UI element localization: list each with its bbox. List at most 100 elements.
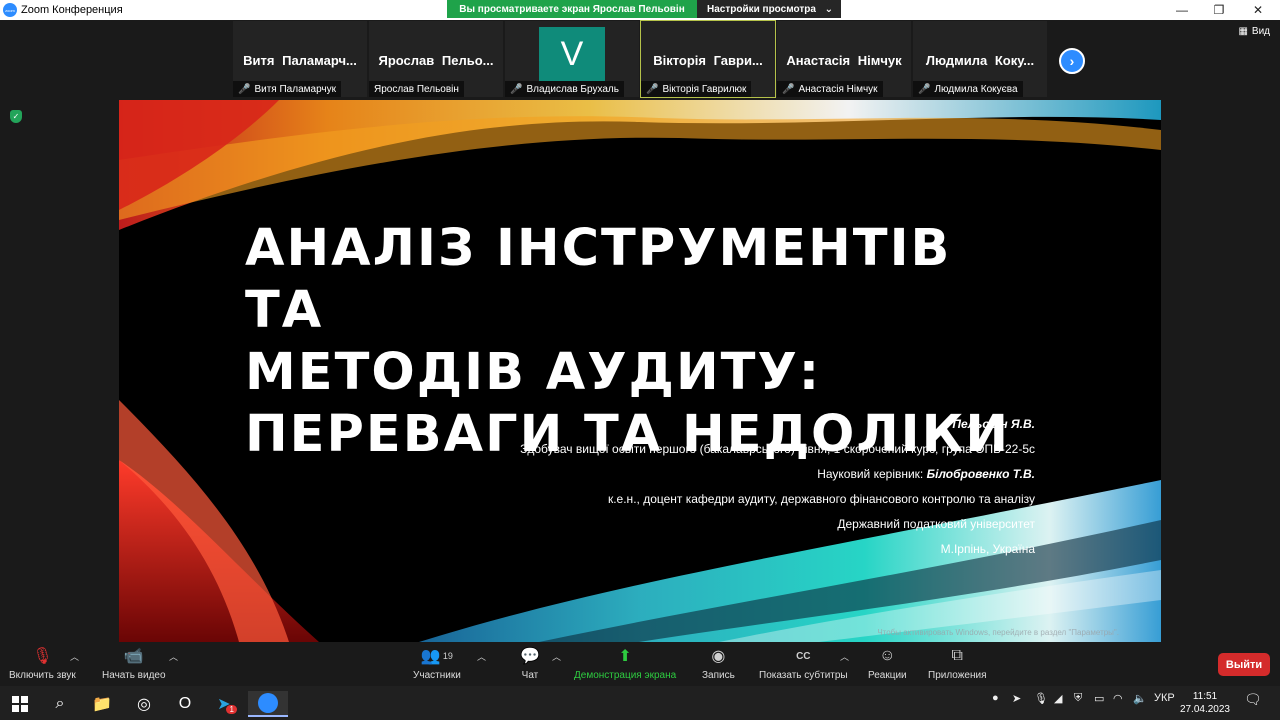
shield-tray-icon[interactable]: ⛨ bbox=[1074, 692, 1082, 705]
language-indicator[interactable]: УКР bbox=[1154, 692, 1175, 704]
participant-label: 🎤 Анастасія Німчук bbox=[777, 81, 883, 97]
chat-caret-icon[interactable]: ︿ bbox=[552, 650, 561, 663]
reactions-label: Реакции bbox=[868, 670, 907, 681]
view-settings-button[interactable]: Настройки просмотра ⌄ bbox=[697, 0, 841, 18]
participant-tile[interactable]: Витя Паламарч... 🎤 Витя Паламарчук bbox=[232, 20, 368, 98]
slide-line-4: Державний податковий університет bbox=[837, 517, 1035, 531]
share-banner: Вы просматриваете экран Ярослав Пельовін… bbox=[447, 0, 841, 18]
participants-label: Участники bbox=[413, 670, 461, 681]
participant-tile-active-speaker[interactable]: Вікторія Гаври... 🎤 Вікторія Гаврилюк bbox=[640, 20, 776, 98]
zoom-app-icon bbox=[258, 693, 278, 713]
captions-label: Показать субтитры bbox=[759, 670, 848, 681]
viewing-label: Вы просматриваете экран Ярослав Пельовін bbox=[447, 0, 697, 18]
participant-avatar: V bbox=[539, 27, 605, 81]
participant-label-text: Витя Паламарчук bbox=[254, 83, 336, 95]
participant-label-text: Ярослав Пельовін bbox=[374, 83, 459, 95]
leave-meeting-button[interactable]: Выйти bbox=[1218, 653, 1270, 676]
view-button[interactable]: ▦ Вид bbox=[1238, 26, 1270, 37]
mic-muted-icon: 🎤 bbox=[918, 83, 931, 95]
participant-tile[interactable]: Анастасія Німчук 🎤 Анастасія Німчук bbox=[776, 20, 912, 98]
captions-caret-icon[interactable]: ︿ bbox=[840, 650, 849, 663]
record-label: Запись bbox=[702, 670, 735, 681]
participant-tile[interactable]: V 🎤 Владислав Брухаль bbox=[504, 20, 640, 98]
chat-button[interactable]: 💬 Чат bbox=[520, 646, 540, 681]
view-settings-label: Настройки просмотра bbox=[707, 3, 816, 15]
start-video-label: Начать видео bbox=[102, 670, 166, 681]
zoom-tray-icon[interactable]: ● bbox=[992, 692, 999, 704]
close-button[interactable]: ✕ bbox=[1240, 0, 1276, 20]
participant-label-text: Вікторія Гаврилюк bbox=[662, 83, 747, 95]
audio-options-caret-icon[interactable]: ︿ bbox=[70, 650, 79, 663]
captions-button[interactable]: CC Показать субтитры bbox=[759, 646, 848, 682]
mic-muted-icon: 🎤 bbox=[510, 83, 523, 95]
view-label: Вид bbox=[1251, 26, 1270, 37]
zoom-taskbar-icon[interactable] bbox=[248, 691, 288, 717]
reactions-icon: ☺ bbox=[879, 647, 896, 664]
participant-label-text: Людмила Кокуєва bbox=[934, 83, 1018, 95]
battery-icon[interactable]: ▭ bbox=[1094, 692, 1104, 705]
participant-label-text: Анастасія Німчук bbox=[798, 83, 878, 95]
mic-muted-icon: 🎤 bbox=[646, 83, 659, 95]
slide-line-5: М.Ірпінь, Україна bbox=[940, 542, 1035, 556]
slide-title-line: МЕТОДІВ АУДИТУ: bbox=[245, 343, 822, 402]
telegram-icon[interactable]: ➤ 1 bbox=[207, 691, 247, 717]
participant-name: Ярослав Пельо... bbox=[378, 53, 494, 68]
participant-label: 🎤 Вікторія Гаврилюк bbox=[641, 81, 752, 97]
video-options-caret-icon[interactable]: ︿ bbox=[169, 650, 178, 663]
telegram-badge: 1 bbox=[226, 704, 237, 714]
start-button[interactable] bbox=[0, 691, 40, 717]
participant-tile[interactable]: Ярослав Пельо... Ярослав Пельовін bbox=[368, 20, 504, 98]
amd-tray-icon[interactable]: ◢ bbox=[1054, 692, 1062, 705]
slide-line-2: Науковий керівник: Білобровенко Т.В. bbox=[520, 462, 1035, 487]
reactions-button[interactable]: ☺ Реакции bbox=[868, 646, 907, 681]
clock-time: 11:51 bbox=[1192, 691, 1218, 702]
record-icon: ◉ bbox=[711, 648, 726, 665]
next-participants-button[interactable]: › bbox=[1059, 48, 1085, 74]
mic-muted-icon: 🎤 bbox=[238, 83, 251, 95]
chevron-down-icon: ⌄ bbox=[824, 3, 833, 15]
participant-label-text: Владислав Брухаль bbox=[526, 83, 619, 95]
opera-icon[interactable]: O bbox=[165, 691, 205, 717]
apps-icon: ⧉ bbox=[951, 647, 963, 664]
participants-caret-icon[interactable]: ︿ bbox=[477, 650, 486, 663]
taskbar-clock[interactable]: 11:51 27.04.2023 bbox=[1180, 690, 1230, 716]
windows-logo-icon bbox=[12, 696, 28, 712]
volume-icon[interactable]: 🔈 bbox=[1133, 692, 1147, 705]
apps-button[interactable]: ⧉ Приложения bbox=[928, 646, 987, 681]
chat-icon: 💬 bbox=[520, 648, 540, 665]
slide-author-info: Пельовін Я.В. Здобувач вищої освіти перш… bbox=[520, 412, 1035, 562]
start-video-button[interactable]: 📹 Начать видео bbox=[102, 646, 166, 681]
chat-label: Чат bbox=[521, 670, 539, 681]
participant-label: 🎤 Витя Паламарчук bbox=[233, 81, 341, 97]
search-icon[interactable]: ⌕ bbox=[40, 691, 80, 717]
shared-screen-slide: АНАЛІЗ ІНСТРУМЕНТІВ ТА МЕТОДІВ АУДИТУ: П… bbox=[119, 100, 1161, 642]
participants-count: 19 bbox=[442, 651, 453, 661]
record-button[interactable]: ◉ Запись bbox=[702, 646, 735, 681]
wifi-icon[interactable]: ◠ bbox=[1113, 692, 1123, 705]
notifications-icon[interactable]: 🗨 bbox=[1244, 691, 1262, 708]
minimize-button[interactable]: — bbox=[1164, 0, 1200, 20]
share-screen-icon: ⬆ bbox=[618, 648, 632, 665]
unmute-button[interactable]: 🎙 Включить звук bbox=[9, 646, 76, 681]
file-explorer-icon[interactable]: 📁 bbox=[82, 691, 122, 717]
microphone-tray-icon[interactable]: 🎙 bbox=[1034, 692, 1048, 705]
participant-name: Анастасія Німчук bbox=[786, 53, 902, 68]
share-screen-button[interactable]: ⬆ Демонстрация экрана bbox=[574, 646, 676, 681]
participant-tile[interactable]: Людмила Коку... 🎤 Людмила Кокуєва bbox=[912, 20, 1048, 98]
meeting-toolbar: 🎙 Включить звук ︿ 📹 Начать видео ︿ 👥 19 У… bbox=[0, 642, 1280, 686]
chrome-icon[interactable]: ◎ bbox=[124, 691, 164, 717]
participants-strip: Витя Паламарч... 🎤 Витя Паламарчук Яросла… bbox=[232, 20, 1048, 98]
mic-muted-icon: 🎤 bbox=[782, 83, 795, 95]
apps-label: Приложения bbox=[928, 670, 987, 681]
telegram-tray-icon[interactable]: ➤ bbox=[1012, 692, 1021, 705]
participant-name: Вікторія Гаври... bbox=[653, 53, 763, 68]
participants-button[interactable]: 👥 19 Участники bbox=[413, 646, 461, 681]
encryption-shield-icon[interactable]: ✓ bbox=[10, 110, 22, 123]
maximize-button[interactable]: ❐ bbox=[1201, 0, 1237, 20]
video-off-icon: 📹 bbox=[123, 648, 144, 665]
meeting-area: ✓ Витя Паламарч... 🎤 Витя Паламарчук Ярос… bbox=[0, 20, 1280, 642]
slide-line-1: Здобувач вищої освіти першого (бакалаврс… bbox=[520, 442, 1035, 456]
unmute-label: Включить звук bbox=[9, 670, 76, 681]
window-title: Zoom Конференция bbox=[21, 4, 123, 16]
slide-author: Пельовін Я.В. bbox=[952, 417, 1035, 431]
